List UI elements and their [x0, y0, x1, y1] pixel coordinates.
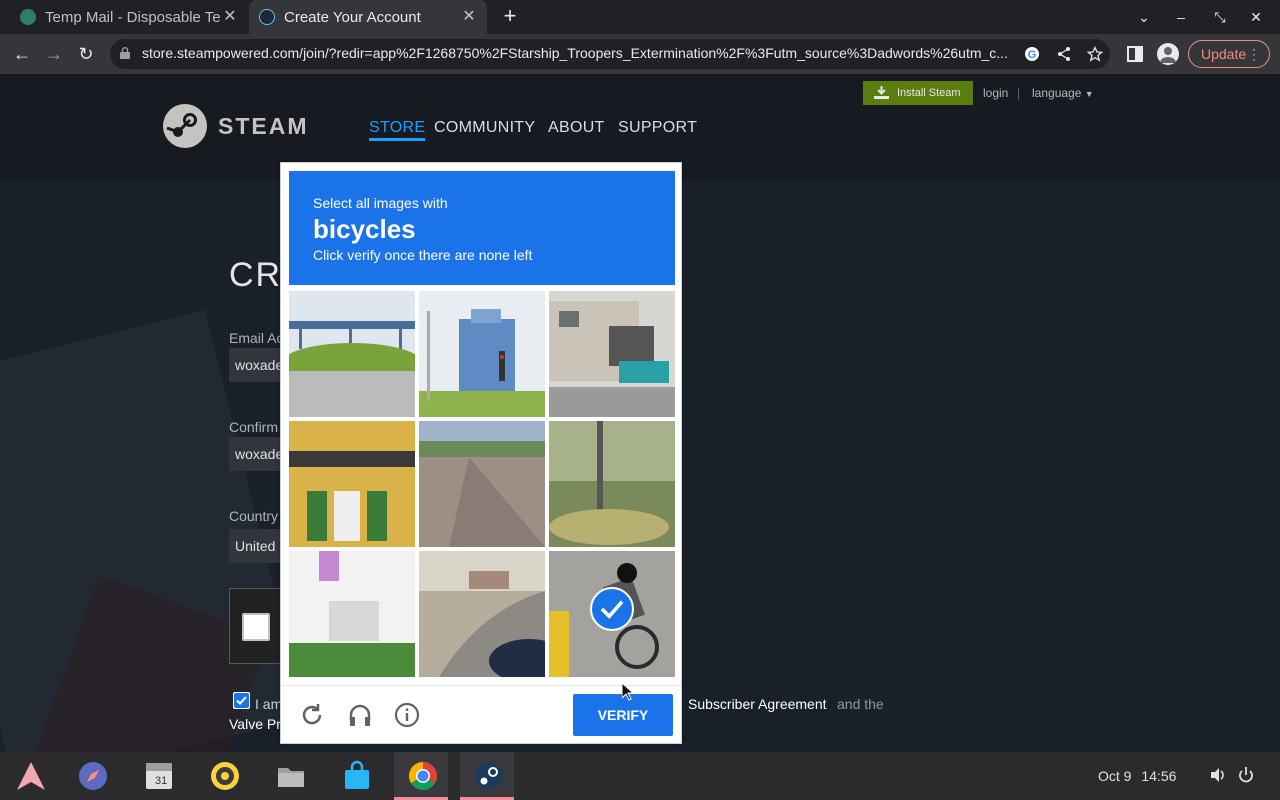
arch-logo-icon	[17, 762, 45, 790]
install-steam-button[interactable]: Install Steam	[863, 81, 973, 105]
close-tab-icon[interactable]: ✕	[222, 9, 238, 25]
restore-icon[interactable]: ⤡	[1209, 6, 1231, 28]
taskbar-calendar[interactable]: 31	[130, 752, 184, 800]
taskbar-compass[interactable]	[64, 752, 118, 800]
nav-store[interactable]: STORE	[369, 119, 426, 141]
captcha-challenge: Select all images with bicycles Click ve…	[280, 162, 682, 744]
side-panel-icon[interactable]	[1126, 45, 1144, 63]
new-tab-icon[interactable]: +	[500, 5, 520, 28]
captcha-tile[interactable]	[549, 291, 675, 417]
shopping-bag-icon	[345, 760, 369, 789]
url-text: store.steampowered.com/join/?redir=app%2…	[142, 45, 1008, 61]
chrome-icon	[409, 762, 437, 790]
captcha-prompt: Select all images with bicycles Click ve…	[289, 171, 675, 285]
music-disc-icon	[211, 762, 239, 790]
captcha-tile[interactable]	[419, 551, 545, 677]
captcha-tile[interactable]	[419, 291, 545, 417]
captcha-tile[interactable]	[549, 421, 675, 547]
browser-tab-bar: Temp Mail - Disposable Te ✕ Create Your …	[0, 0, 1280, 34]
browser-toolbar: ← → ↻ store.steampowered.com/join/?redir…	[0, 34, 1280, 74]
captcha-tile[interactable]	[289, 551, 415, 677]
agree-checkbox[interactable]	[233, 692, 250, 709]
kebab-menu-icon[interactable]: ⋮	[1247, 41, 1261, 67]
tab-create-account[interactable]: Create Your Account ✕	[249, 0, 487, 34]
compass-icon	[79, 762, 107, 790]
captcha-target: bicycles	[313, 214, 416, 244]
captcha-tile[interactable]	[289, 291, 415, 417]
captcha-tile[interactable]	[549, 551, 675, 677]
update-label: Update	[1201, 46, 1247, 62]
checkmark-icon	[234, 693, 249, 708]
power-icon[interactable]	[1237, 766, 1255, 784]
clock-time: 14:56	[1141, 768, 1177, 784]
language-label: language	[1032, 86, 1082, 100]
nav-support[interactable]: SUPPORT	[618, 119, 697, 137]
language-dropdown[interactable]: language ▼	[1032, 86, 1094, 100]
tab-search-chevron-icon[interactable]: ⌄	[1133, 6, 1155, 28]
info-icon[interactable]	[394, 702, 420, 728]
profile-avatar-icon[interactable]	[1157, 43, 1179, 65]
forward-icon[interactable]: →	[43, 43, 65, 65]
taskbar-store[interactable]	[328, 752, 382, 800]
taskbar-files[interactable]	[262, 752, 316, 800]
country-label: Country	[229, 508, 279, 524]
captcha-image-grid	[289, 291, 675, 677]
calendar-icon: 31	[146, 763, 172, 789]
update-button[interactable]: Update ⋮	[1188, 40, 1270, 68]
captcha-checkbox[interactable]	[242, 613, 270, 641]
back-icon[interactable]: ←	[11, 43, 33, 65]
tab-temp-mail[interactable]: Temp Mail - Disposable Te ✕	[0, 0, 248, 34]
privacy-policy-link[interactable]: Valve Pr	[229, 716, 281, 732]
bookmark-star-icon[interactable]	[1087, 46, 1103, 62]
caret-down-icon: ▼	[1084, 89, 1094, 99]
steam-logo-text: STEAM	[218, 112, 309, 139]
login-link[interactable]: login	[983, 86, 1008, 100]
captcha-tile[interactable]	[289, 421, 415, 547]
steam-logo[interactable]: STEAM	[163, 104, 309, 148]
confirm-email-label: Confirm	[229, 419, 279, 435]
refresh-icon[interactable]	[299, 702, 325, 728]
minimize-icon[interactable]: –	[1170, 6, 1192, 28]
google-icon[interactable]: G	[1024, 46, 1040, 62]
clock[interactable]: Oct 9 14:56	[1098, 768, 1176, 784]
svg-text:G: G	[1028, 49, 1037, 61]
taskbar-steam[interactable]	[460, 752, 514, 800]
selected-check-icon	[590, 587, 634, 631]
lock-icon	[120, 47, 130, 59]
reload-icon[interactable]: ↻	[75, 43, 97, 65]
captcha-tile[interactable]	[419, 421, 545, 547]
audio-headphones-icon[interactable]	[347, 702, 373, 728]
temp-mail-favicon-icon	[20, 9, 36, 25]
header-separator: |	[1017, 86, 1021, 100]
taskbar-music[interactable]	[196, 752, 250, 800]
captcha-instruction: Select all images with	[313, 195, 448, 211]
taskbar: 31 Oct 9 14:56	[0, 752, 1280, 800]
clock-date: Oct 9	[1098, 768, 1132, 784]
email-label: Email Ac	[229, 330, 284, 346]
steam-logo-icon	[163, 104, 207, 148]
address-bar[interactable]: store.steampowered.com/join/?redir=app%2…	[110, 39, 1110, 69]
steam-favicon-icon	[259, 9, 275, 25]
tab-title: Temp Mail - Disposable Te	[45, 8, 221, 26]
agree-text: I am	[255, 696, 283, 712]
install-steam-label: Install Steam	[897, 87, 961, 99]
captcha-footer: VERIFY	[281, 685, 681, 743]
folder-icon	[278, 768, 304, 787]
download-icon	[874, 86, 889, 99]
nav-about[interactable]: ABOUT	[548, 119, 605, 137]
nav-community[interactable]: COMMUNITY	[434, 119, 535, 137]
agree-and-text: and the	[837, 696, 884, 712]
tab-title: Create Your Account	[284, 8, 421, 26]
mouse-cursor-icon	[622, 683, 634, 701]
arch-launcher[interactable]	[2, 752, 56, 800]
captcha-hint: Click verify once there are none left	[313, 247, 533, 263]
steam-icon	[475, 762, 503, 790]
volume-icon[interactable]	[1209, 766, 1227, 784]
close-window-icon[interactable]: ✕	[1245, 6, 1267, 28]
svg-text:31: 31	[155, 775, 167, 787]
share-icon[interactable]	[1056, 46, 1072, 62]
subscriber-agreement-link[interactable]: Subscriber Agreement	[688, 696, 827, 712]
close-tab-icon[interactable]: ✕	[461, 9, 477, 25]
taskbar-chrome[interactable]	[394, 752, 448, 800]
